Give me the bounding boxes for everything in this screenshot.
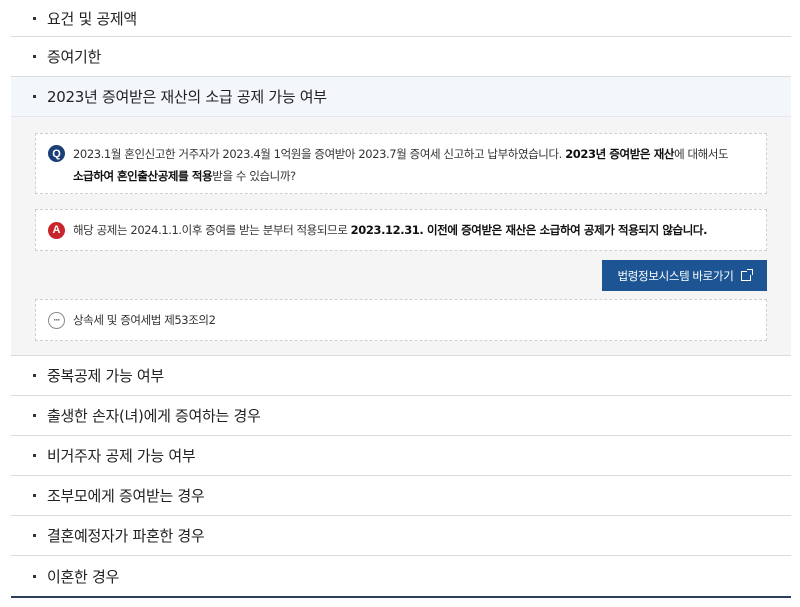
bullet-icon <box>33 534 36 537</box>
answer-icon: A <box>48 221 65 239</box>
accordion-item-grandparent-gift[interactable]: 조부모에게 증여받는 경우 <box>11 476 791 516</box>
question-text-bold: 를 <box>178 169 192 183</box>
accordion-item-divorce[interactable]: 이혼한 경우 <box>11 556 791 596</box>
question-text-part: 2023.1월 혼인신고한 거주자가 2023.4월 1억원을 증여받아 202… <box>73 147 566 161</box>
accordion-item-deadline[interactable]: 증여기한 <box>11 37 791 77</box>
question-text-part: 에 대해서도 <box>674 147 729 161</box>
accordion-item-label: 조부모에게 증여받는 경우 <box>47 487 205 505</box>
law-reference-text: 상속세 및 증여세법 제53조의2 <box>73 313 216 327</box>
accordion-item-nonresident[interactable]: 비거주자 공제 가능 여부 <box>11 436 791 476</box>
accordion-item-label: 중복공제 가능 여부 <box>47 367 164 385</box>
accordion-item-requirements[interactable]: 요건 및 공제액 <box>11 0 791 37</box>
law-reference-box: ··· 상속세 및 증여세법 제53조의2 <box>35 299 767 341</box>
accordion-item-label: 출생한 손자(녀)에게 증여하는 경우 <box>47 407 261 425</box>
accordion-item-label: 이혼한 경우 <box>47 567 119 586</box>
question-text-bold: 2023년 증여받은 재산 <box>565 147 675 161</box>
answer-box: A 해당 공제는 2024.1.1.이후 증여를 받는 분부터 적용되므로 20… <box>35 209 767 251</box>
bullet-icon <box>33 454 36 457</box>
accordion-item-grandchild-gift[interactable]: 출생한 손자(녀)에게 증여하는 경우 <box>11 396 791 436</box>
law-info-system-button[interactable]: 법령정보시스템 바로가기 <box>602 260 767 291</box>
more-icon[interactable]: ··· <box>48 311 65 329</box>
question-box: Q 2023.1월 혼인신고한 거주자가 2023.4월 1억원을 증여받아 2… <box>35 133 767 194</box>
bullet-icon <box>33 374 36 377</box>
bullet-icon <box>33 55 36 58</box>
law-info-system-button-label: 법령정보시스템 바로가기 <box>617 270 734 283</box>
question-text-bold: 소급하여 <box>73 169 114 183</box>
accordion-item-label: 결혼예정자가 파혼한 경우 <box>47 527 205 545</box>
accordion-item-duplicate-deduction[interactable]: 중복공제 가능 여부 <box>11 356 791 396</box>
bullet-icon <box>33 574 36 578</box>
bullet-icon <box>33 414 36 417</box>
bottom-divider <box>11 596 791 598</box>
question-icon: Q <box>48 145 65 162</box>
external-link-icon <box>741 268 754 281</box>
faq-accordion: 요건 및 공제액 증여기한 2023년 증여받은 재산의 소급 공제 가능 여부… <box>11 0 791 598</box>
button-row: 법령정보시스템 바로가기 <box>35 260 767 291</box>
question-text-bold: 혼인출산공제 <box>117 169 179 183</box>
bullet-icon <box>33 95 36 98</box>
answer-text-bold: 2023.12.31. 이전에 증여받은 재산은 소급하여 공제가 적용되지 않… <box>350 223 708 237</box>
accordion-item-label: 요건 및 공제액 <box>47 9 137 28</box>
question-text: 2023.1월 혼인신고한 거주자가 2023.4월 1억원을 증여받아 202… <box>73 143 729 187</box>
bullet-icon <box>33 16 36 20</box>
question-text-part: 받을 수 있습니까? <box>212 169 296 183</box>
accordion-item-label: 비거주자 공제 가능 여부 <box>47 447 196 465</box>
accordion-panel: Q 2023.1월 혼인신고한 거주자가 2023.4월 1억원을 증여받아 2… <box>11 117 791 356</box>
answer-text-part: 해당 공제는 2024.1.1.이후 증여를 받는 분부터 적용되므로 <box>73 223 351 237</box>
accordion-item-broken-engagement[interactable]: 결혼예정자가 파혼한 경우 <box>11 516 791 556</box>
question-text-bold: 적용 <box>191 169 213 183</box>
accordion-item-label: 증여기한 <box>47 48 102 66</box>
accordion-item-retroactive[interactable]: 2023년 증여받은 재산의 소급 공제 가능 여부 <box>11 77 791 117</box>
answer-text: 해당 공제는 2024.1.1.이후 증여를 받는 분부터 적용되므로 2023… <box>73 222 707 238</box>
accordion-item-label: 2023년 증여받은 재산의 소급 공제 가능 여부 <box>47 88 327 106</box>
bullet-icon <box>33 494 36 497</box>
